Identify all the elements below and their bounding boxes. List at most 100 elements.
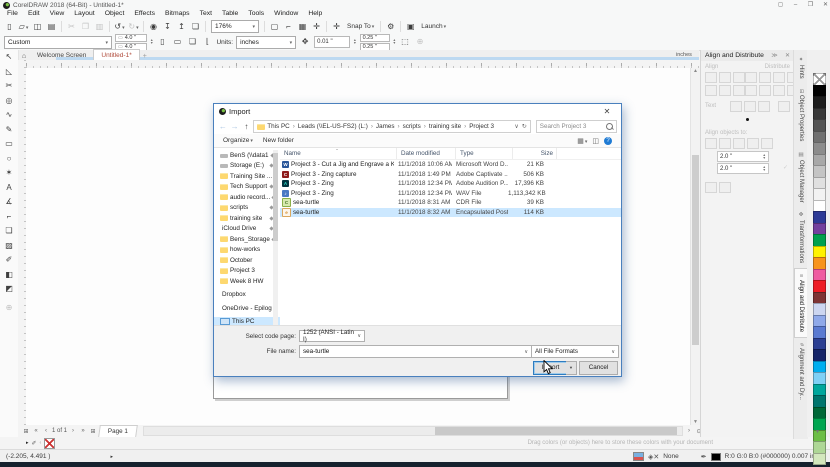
column-header-name[interactable]: Name	[280, 148, 397, 159]
ellipse-tool-icon[interactable]: ○	[1, 152, 17, 167]
text-outline-button[interactable]	[778, 101, 790, 112]
page-preset-select[interactable]: Custom	[4, 36, 112, 49]
cut-icon[interactable]: ✂	[65, 20, 78, 33]
align-to-grid-button[interactable]	[747, 138, 759, 149]
shape-tool-icon[interactable]: ◺	[1, 65, 17, 80]
nav-pane-item[interactable]: October	[214, 255, 280, 266]
edge-x-field[interactable]: 2.0 "▲▼	[717, 151, 769, 162]
vertical-scrollbar-thumb[interactable]	[692, 155, 699, 345]
file-row[interactable]: Project 3 - Cut a Jig and Engrave a Keyc…	[280, 160, 621, 170]
breadcrumb-item[interactable]: Project 3	[461, 123, 494, 130]
organize-menu[interactable]: Organize	[223, 137, 253, 144]
new-document-icon[interactable]: ▯	[3, 20, 16, 33]
import-icon[interactable]: ↧	[161, 20, 174, 33]
distribute-spacing-h-button[interactable]	[773, 72, 785, 83]
publish-pdf-icon[interactable]: ❏	[189, 20, 202, 33]
first-page-icon[interactable]: «	[32, 428, 40, 434]
menu-item[interactable]: File	[2, 10, 23, 18]
page-tab[interactable]: Page 1	[98, 425, 138, 437]
units-select[interactable]: inches	[236, 36, 296, 49]
distribute-spacing-v-button[interactable]	[773, 85, 785, 96]
align-right-button[interactable]	[733, 72, 745, 83]
menu-item[interactable]: Effects	[129, 10, 160, 18]
docker-tab[interactable]: ▤ Object Manager	[795, 147, 808, 208]
vertical-scrollbar[interactable]: ▲ ▼	[690, 68, 700, 425]
full-screen-preview-icon[interactable]: ▢	[268, 20, 281, 33]
text-bounding-box-button[interactable]	[744, 101, 756, 112]
save-icon[interactable]: ◫	[31, 20, 44, 33]
distribute-left-button[interactable]	[745, 72, 757, 83]
file-row[interactable]: Project 3 - Zing 11/1/2018 12:34 PM WAV …	[280, 189, 621, 199]
print-icon[interactable]: ▤	[45, 20, 58, 33]
breadcrumb-item[interactable]: Leads (\\EL-US-FS2) (L:)	[290, 123, 368, 130]
palette-scroll-down-icon[interactable]: ▼	[815, 429, 820, 435]
docker-flyout-icon[interactable]: ≫	[767, 52, 777, 59]
zoom-level-combobox[interactable]: 176%	[211, 20, 259, 33]
previous-page-icon[interactable]: ‹	[42, 428, 50, 434]
menu-item[interactable]: Table	[217, 10, 243, 18]
dimension-tool-icon[interactable]: ∡	[1, 195, 17, 210]
horizontal-scrollbar[interactable]	[143, 426, 683, 436]
breadcrumb-item[interactable]: This PC	[267, 123, 289, 130]
address-bar[interactable]: This PCLeads (\\EL-US-FS2) (L:)Jamesscri…	[253, 120, 530, 133]
landscape-button[interactable]: ▭	[171, 36, 183, 48]
drop-shadow-tool-icon[interactable]: ❏	[1, 224, 17, 239]
nav-pane-item[interactable]: audio record...	[214, 192, 280, 203]
file-format-select[interactable]: All File Formats	[531, 345, 619, 358]
nudge-field[interactable]: 0.01 "	[314, 36, 350, 48]
docker-tab[interactable]: # Alignment and Dy...	[795, 338, 808, 405]
align-to-edge-button[interactable]	[719, 138, 731, 149]
menu-item[interactable]: Help	[303, 10, 327, 18]
snap-to-dropdown[interactable]: Snap To	[344, 23, 377, 30]
restore-button[interactable]: ❐	[803, 0, 818, 10]
nav-pane-item[interactable]: Tech Support	[214, 182, 280, 193]
nav-pane-item[interactable]: Dropbox	[214, 290, 280, 301]
nav-pane-item[interactable]: Training Site ...	[214, 171, 280, 182]
file-row[interactable]: Project 3 - Zing capture 11/1/2018 1:49 …	[280, 170, 621, 180]
file-row[interactable]: sea-turtle 11/1/2018 8:31 AM CDR File 39…	[280, 198, 621, 208]
no-color-swatch[interactable]	[44, 438, 55, 449]
new-tab-button[interactable]: +	[140, 53, 150, 60]
breadcrumb-item[interactable]: training site	[421, 123, 461, 130]
customize-toolbox-icon[interactable]: ⊕	[1, 301, 17, 316]
separator[interactable]	[143, 21, 144, 32]
nav-pane-item[interactable]: iCloud Drive	[214, 224, 280, 235]
menu-item[interactable]: Edit	[23, 10, 45, 18]
current-page-button[interactable]: ⌊	[201, 36, 213, 48]
align-bottom-button[interactable]	[733, 85, 745, 96]
launch-dropdown[interactable]: Launch	[418, 23, 449, 30]
add-page-icon[interactable]: ⊞	[89, 428, 97, 435]
menu-item[interactable]: Tools	[243, 10, 269, 18]
show-rulers-icon[interactable]: ⌐	[282, 20, 295, 33]
forward-button[interactable]: →	[230, 122, 240, 131]
page-size-stepper[interactable]: ▲▼	[150, 39, 153, 45]
connector-tool-icon[interactable]: ⌐	[1, 210, 17, 225]
docker-close-icon[interactable]: ✕	[781, 52, 790, 59]
undo-icon[interactable]: ↺	[113, 20, 126, 33]
dynamic-guides-icon[interactable]: ✛	[310, 20, 323, 33]
nav-pane-item[interactable]: BenS (\\data1	[214, 150, 280, 161]
redo-icon[interactable]: ↻	[127, 20, 140, 33]
open-icon[interactable]: ▱	[17, 20, 30, 33]
help-button[interactable]: ?	[604, 137, 612, 145]
align-left-button[interactable]	[705, 72, 717, 83]
column-header-size[interactable]: Size	[513, 148, 557, 159]
export-icon[interactable]: ↥	[175, 20, 188, 33]
tab-welcome-screen[interactable]: Welcome Screen	[30, 50, 93, 60]
align-to-point-button[interactable]	[761, 138, 773, 149]
horizontal-scrollbar-thumb[interactable]	[435, 427, 677, 435]
menu-item[interactable]: Window	[269, 10, 303, 18]
up-button[interactable]: ↑	[242, 122, 252, 131]
polygon-tool-icon[interactable]: ✶	[1, 166, 17, 181]
last-page-icon[interactable]: »	[79, 428, 87, 434]
color-swatch[interactable]	[813, 453, 826, 466]
menu-item[interactable]: Bitmaps	[160, 10, 195, 18]
tab-untitled-document[interactable]: Untitled-1*	[93, 49, 139, 60]
artistic-media-tool-icon[interactable]: ✎	[1, 123, 17, 138]
next-page-icon[interactable]: ›	[69, 428, 77, 434]
align-to-center-button[interactable]	[733, 138, 745, 149]
close-button[interactable]: ✕	[818, 0, 830, 10]
nav-pane-item[interactable]: scripts	[214, 203, 280, 214]
dialog-close-button[interactable]: ✕	[598, 107, 616, 116]
menu-item[interactable]: Text	[195, 10, 217, 18]
